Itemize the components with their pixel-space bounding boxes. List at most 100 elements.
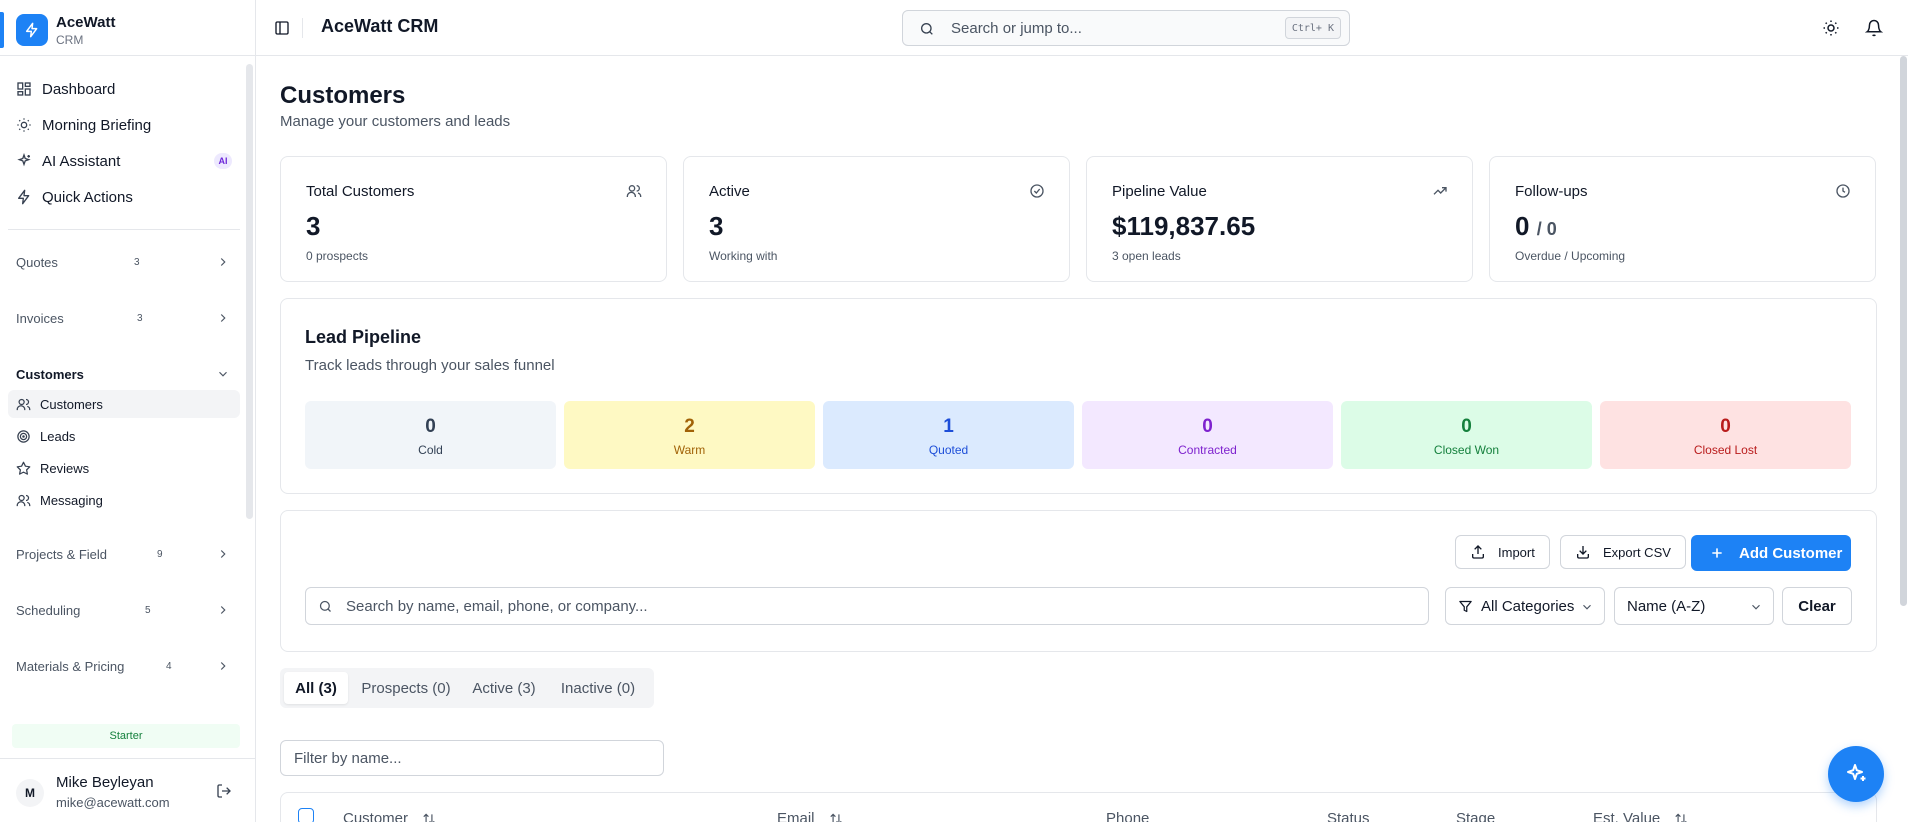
group-materials-pricing[interactable]: Materials & Pricing 4 — [8, 652, 240, 680]
sidebar-toggle-icon[interactable] — [274, 20, 290, 36]
group-projects-field[interactable]: Projects & Field 9 — [8, 540, 240, 568]
shortcut-hint: Ctrl+ K — [1284, 17, 1341, 39]
stage-label: Closed Won — [1433, 443, 1500, 457]
column-header-email[interactable]: Email — [777, 810, 843, 822]
pipeline-subtitle: Track leads through your sales funnel — [305, 357, 555, 374]
chevron-right-icon — [220, 606, 226, 614]
plus-icon — [1712, 548, 1722, 558]
stat-card-follow-ups: Follow-ups 0 / 0 Overdue / Upcoming — [1489, 156, 1876, 282]
export-csv-button[interactable]: Export CSV — [1560, 535, 1686, 569]
sidebar-item-customers[interactable]: Customers — [8, 390, 240, 418]
stage-closed-lost[interactable]: 0 Closed Lost — [1600, 401, 1851, 469]
stat-label: Follow-ups — [1515, 183, 1588, 200]
sidebar-item-leads[interactable]: Leads — [8, 422, 240, 450]
sidebar-item-label: Messaging — [40, 492, 103, 508]
stage-label: Quoted — [928, 443, 969, 457]
search-placeholder: Search by name, email, phone, or company… — [346, 598, 648, 615]
clear-filters-button[interactable]: Clear — [1782, 587, 1852, 625]
nav-label: Quick Actions — [42, 188, 133, 206]
customer-search-input[interactable]: Search by name, email, phone, or company… — [305, 587, 1429, 625]
sparkles-icon — [17, 153, 31, 167]
bell-icon[interactable] — [1865, 19, 1883, 37]
topbar-separator — [302, 18, 303, 38]
column-header-status: Status — [1327, 810, 1370, 822]
chevron-right-icon — [220, 550, 226, 558]
chevron-down-icon — [1583, 604, 1591, 610]
stage-contracted[interactable]: 0 Contracted — [1082, 401, 1333, 469]
stage-count: 0 — [425, 416, 436, 437]
customers-table: Customer Email Phone Status Stage Est. V… — [280, 792, 1877, 822]
nav-ai-assistant[interactable]: AI Assistant AI — [8, 145, 240, 177]
global-search-input[interactable]: Search or jump to... Ctrl+ K — [902, 10, 1350, 46]
group-scheduling[interactable]: Scheduling 5 — [8, 596, 240, 624]
column-label: Customer — [343, 810, 409, 822]
nav-quick-actions[interactable]: Quick Actions — [8, 181, 240, 213]
lightning-icon — [18, 189, 30, 205]
button-label: Add Customer — [1739, 544, 1843, 562]
page-scrollbar[interactable] — [1900, 56, 1907, 606]
sidebar-divider — [8, 229, 240, 230]
stage-cold[interactable]: 0 Cold — [305, 401, 556, 469]
sidebar-item-messaging[interactable]: Messaging — [8, 486, 240, 514]
group-count: 5 — [145, 604, 151, 616]
user-profile: M Mike Beyleyan mike@acewatt.com — [0, 758, 256, 822]
name-filter-input[interactable]: Filter by name... — [280, 740, 664, 776]
nav-dashboard[interactable]: Dashboard — [8, 73, 240, 105]
check-circle-icon — [1030, 184, 1044, 198]
tab-all[interactable]: All (3) — [284, 672, 348, 704]
brand-accent-bar — [0, 12, 4, 48]
import-button[interactable]: Import — [1455, 535, 1550, 569]
column-header-est-value[interactable]: Est. Value — [1593, 810, 1688, 822]
column-label: Status — [1327, 810, 1370, 822]
sidebar-scrollbar[interactable] — [246, 64, 253, 519]
stage-count: 0 — [1720, 416, 1731, 437]
stat-card-total-customers: Total Customers 3 0 prospects — [280, 156, 667, 282]
stage-warm[interactable]: 2 Warm — [564, 401, 815, 469]
users-icon — [16, 398, 31, 410]
stat-card-active: Active 3 Working with — [683, 156, 1070, 282]
sort-select[interactable]: Name (A-Z) — [1614, 587, 1774, 625]
select-value: Name (A-Z) — [1627, 597, 1706, 615]
nav-label: Morning Briefing — [42, 116, 152, 134]
group-customers[interactable]: Customers — [8, 360, 240, 388]
category-select[interactable]: All Categories — [1445, 587, 1605, 625]
avatar[interactable]: M — [16, 779, 44, 807]
stat-note: Overdue / Upcoming — [1515, 249, 1626, 263]
download-icon — [1577, 546, 1589, 559]
ai-badge: AI — [214, 153, 232, 169]
brand[interactable]: AceWatt CRM — [0, 0, 256, 56]
nav-label: Dashboard — [42, 80, 116, 98]
stage-label: Closed Lost — [1693, 443, 1758, 457]
nav-morning-briefing[interactable]: Morning Briefing — [8, 109, 240, 141]
stat-note: 0 prospects — [306, 249, 369, 263]
select-value: All Categories — [1481, 597, 1575, 615]
stat-value-group: 0 / 0 — [1515, 211, 1557, 242]
pipeline-title: Lead Pipeline — [305, 327, 422, 347]
sidebar: AceWatt CRM Dashboard Morning Briefing A… — [0, 0, 256, 822]
button-label: Import — [1498, 544, 1535, 560]
stage-count: 1 — [943, 416, 954, 437]
group-quotes[interactable]: Quotes 3 — [8, 248, 240, 276]
chevron-right-icon — [220, 662, 226, 670]
sort-icon — [1675, 813, 1687, 822]
sidebar-item-reviews[interactable]: Reviews — [8, 454, 240, 482]
tab-prospects[interactable]: Prospects (0) — [352, 672, 460, 704]
tab-inactive[interactable]: Inactive (0) — [548, 672, 648, 704]
ai-assistant-fab[interactable] — [1828, 746, 1884, 802]
select-all-checkbox[interactable] — [298, 808, 314, 822]
theme-toggle-icon[interactable] — [1822, 19, 1840, 37]
stage-quoted[interactable]: 1 Quoted — [823, 401, 1074, 469]
brand-subtitle: CRM — [56, 33, 84, 47]
app-title: AceWatt CRM — [321, 16, 439, 36]
stage-count: 0 — [1202, 416, 1213, 437]
tab-active[interactable]: Active (3) — [464, 672, 544, 704]
group-invoices[interactable]: Invoices 3 — [8, 304, 240, 332]
search-placeholder: Search or jump to... — [951, 20, 1082, 37]
stage-closed-won[interactable]: 0 Closed Won — [1341, 401, 1592, 469]
column-header-customer[interactable]: Customer — [343, 810, 436, 822]
name-filter-placeholder: Filter by name... — [294, 750, 402, 767]
group-count: 3 — [134, 256, 140, 268]
users-icon — [16, 494, 31, 506]
logout-icon[interactable] — [216, 783, 232, 799]
add-customer-button[interactable]: Add Customer — [1691, 535, 1851, 571]
